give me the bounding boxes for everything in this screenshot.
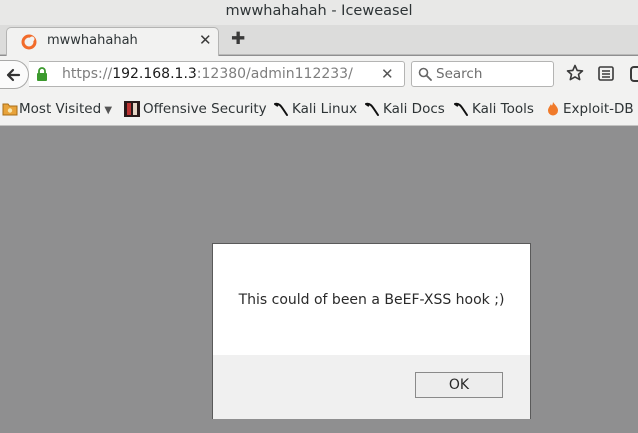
toolbar-overflow-icon[interactable] [630,66,638,82]
search-box[interactable] [411,61,554,87]
tab-active[interactable]: mwwhahahah ✕ [6,27,219,56]
bookmark-star-icon[interactable] [566,64,584,82]
tab-close-icon[interactable]: ✕ [199,31,212,49]
back-button[interactable] [0,60,29,89]
bookmark-exploit-db[interactable]: Exploit-DB [563,101,634,117]
back-arrow-icon [6,68,21,82]
iceweasel-icon [21,34,37,50]
title-bar: mwwhahahah - Iceweasel [0,0,638,25]
url-path: :12380/admin112233/ [196,66,353,82]
bookmark-kali-linux[interactable]: Kali Linux [292,101,357,117]
bookmark-most-visited[interactable]: Most Visited ▼ [19,101,112,117]
tab-label: mwwhahahah [47,33,138,48]
url-host: 192.168.1.3 [112,66,197,82]
dialog-message: This could of been a BeEF-XSS hook ;) [238,292,505,308]
exploitdb-icon [548,102,558,116]
ok-button[interactable]: OK [415,372,503,398]
tab-strip: mwwhahahah ✕ [0,25,638,56]
bookmark-label: Most Visited [19,101,102,117]
chevron-down-icon: ▼ [101,105,113,116]
new-tab-button[interactable]: ✚ [231,29,245,49]
bookmark-kali-tools[interactable]: Kali Tools [472,101,534,117]
reading-list-icon[interactable] [598,66,614,81]
alert-dialog: This could of been a BeEF-XSS hook ;) OK [212,243,531,419]
dialog-footer: OK [213,355,530,419]
kali-dragon-icon [274,102,288,116]
kali-dragon-icon [365,102,379,116]
bookmark-offensive-security[interactable]: Offensive Security [143,101,267,117]
bookmark-kali-docs[interactable]: Kali Docs [383,101,445,117]
bookmarks-toolbar: Most Visited ▼ Offensive Security Kali L… [0,93,638,126]
url-bar[interactable]: https://192.168.1.3:12380/admin112233/ ✕ [29,61,405,87]
search-input[interactable] [436,65,548,83]
navigation-toolbar: https://192.168.1.3:12380/admin112233/ ✕ [0,56,638,93]
window-title: mwwhahahah - Iceweasel [225,3,413,19]
url-clear-icon[interactable]: ✕ [381,65,394,83]
lock-icon [37,67,47,81]
offsec-icon [124,101,140,117]
url-scheme: https:// [62,66,113,82]
browser-window: mwwhahahah - Iceweasel mwwhahahah ✕ ✚ ht… [0,0,638,433]
url-text[interactable]: https://192.168.1.3:12380/admin112233/ [62,66,353,82]
search-icon [418,67,432,81]
kali-dragon-icon [454,102,468,116]
folder-icon [2,103,18,116]
